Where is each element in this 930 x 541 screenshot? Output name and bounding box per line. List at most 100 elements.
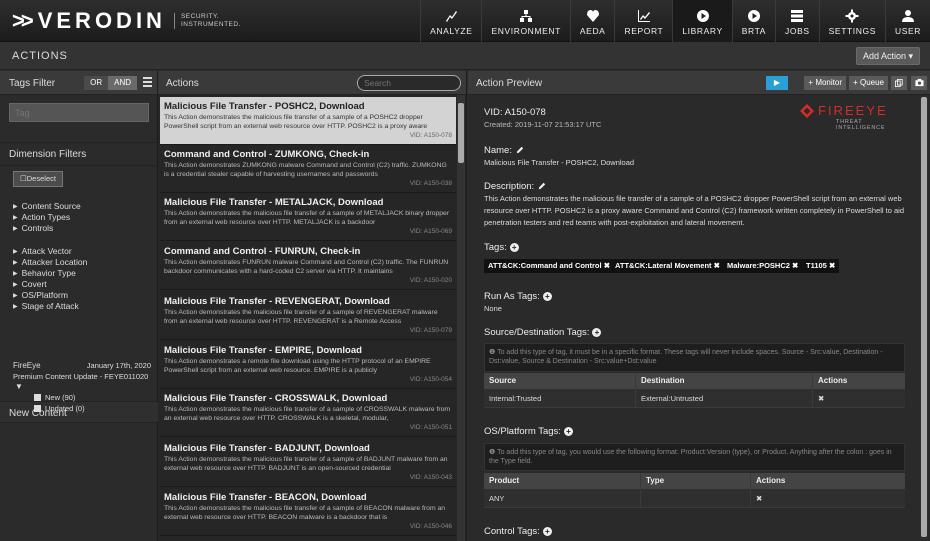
- tag-input[interactable]: [9, 103, 149, 122]
- copy-button[interactable]: [891, 76, 907, 90]
- tag-chip: Malware:POSHC2 ✖: [723, 259, 803, 273]
- column-header: Actions: [818, 376, 848, 385]
- list-icon[interactable]: [143, 77, 152, 87]
- nav-aeda[interactable]: AEDA: [569, 0, 615, 42]
- remove-tag-icon[interactable]: ✖: [604, 261, 610, 270]
- control-tags-label: Control Tags:: [484, 526, 540, 537]
- scrollbar-thumb[interactable]: [921, 97, 927, 537]
- action-list-item[interactable]: Malicious File Transfer - BADJUNT, Downl…: [160, 439, 456, 487]
- actions-scrollbar[interactable]: [457, 95, 465, 541]
- scrollbar-thumb[interactable]: [458, 103, 464, 163]
- column-header: Type: [641, 473, 751, 489]
- run-button[interactable]: ▶: [766, 76, 788, 90]
- action-title: Malicious File Transfer - POSHC2, Downlo…: [164, 101, 365, 112]
- search-input[interactable]: [357, 75, 461, 91]
- preview-vid: VID: A150-078: [484, 107, 546, 118]
- queue-button[interactable]: + Queue: [849, 76, 888, 90]
- verodin-logo[interactable]: >> VERODIN SECURITY. INSTRUMENTED.: [12, 8, 241, 34]
- table-cell: [641, 489, 751, 507]
- edit-pencil-icon[interactable]: [538, 182, 546, 190]
- or-button[interactable]: OR: [84, 76, 109, 90]
- filter-stage-of-attack[interactable]: ▶ Stage of Attack: [13, 301, 79, 314]
- remove-tag-icon[interactable]: ✖: [714, 261, 720, 270]
- action-list-item[interactable]: Command and Control - ZUMKONG, Check-in …: [160, 145, 456, 193]
- top-nav: >> VERODIN SECURITY. INSTRUMENTED. ANALY…: [0, 0, 930, 42]
- action-description: This Action demonstrates the malicious f…: [164, 406, 451, 422]
- action-description: This Action demonstrates the malicious f…: [164, 456, 448, 472]
- action-list-item[interactable]: Malicious File Transfer - CROSSWALK, Dow…: [160, 389, 456, 437]
- monitor-button[interactable]: + Monitor: [804, 76, 846, 90]
- action-preview-header: Action Preview ▶ + Monitor + Queue: [468, 71, 930, 95]
- action-preview-title: Action Preview: [476, 78, 543, 89]
- os-platform-tags-label: OS/Platform Tags:: [484, 426, 561, 437]
- actions-header: Actions: [158, 71, 466, 95]
- filter-controls[interactable]: ▶ Controls: [13, 223, 53, 236]
- checkbox-icon: ☐: [20, 174, 27, 183]
- column-header: Destination: [636, 373, 813, 389]
- add-tag-icon[interactable]: +: [563, 426, 573, 436]
- source-destination-tags-label: Source/Destination Tags:: [484, 327, 590, 338]
- tag-label: ATT&CK:Lateral Movement: [615, 261, 712, 270]
- run-as-tags-value: None: [484, 304, 502, 313]
- filter-label: Behavior Type: [21, 268, 76, 278]
- control-tags-section: Control Tags: +: [484, 526, 552, 537]
- logo-chevron-icon: >>: [12, 8, 34, 33]
- nav-label: SETTINGS: [828, 26, 876, 36]
- updated-checkbox[interactable]: Updated (0): [34, 404, 85, 413]
- and-button[interactable]: AND: [108, 76, 137, 90]
- action-list-item[interactable]: Malicious File Transfer - EMPIRE, Downlo…: [160, 341, 456, 389]
- action-list-item[interactable]: Malicious File Transfer - BEACON, Downlo…: [160, 488, 456, 536]
- expand-arrow-icon: ▶: [13, 226, 18, 232]
- deselect-button[interactable]: ☐Deselect: [13, 171, 63, 187]
- vendor-name: FIREEYE: [818, 103, 888, 118]
- new-content-source: FireEye: [13, 361, 41, 370]
- environment-icon: [520, 10, 533, 22]
- table-cell: External:Untrusted: [636, 389, 813, 407]
- expand-arrow-icon: ▶: [13, 249, 18, 255]
- new-checkbox-label: New (90): [45, 393, 76, 402]
- filter-sidebar: Tags Filter OR AND Dimension Filters ☐De…: [0, 71, 158, 541]
- preview-scrollbar[interactable]: [920, 95, 928, 541]
- source-destination-tags-section: Source/Destination Tags: +: [484, 327, 602, 338]
- nav-analyze[interactable]: ANALYZE: [420, 0, 481, 42]
- table-row: Internal:Trusted External:Untrusted ✖: [484, 389, 905, 408]
- report-icon: [637, 10, 650, 22]
- expand-arrow-icon: ▶: [13, 304, 18, 310]
- nav-label: JOBS: [785, 26, 810, 36]
- tag-chip: T1105 ✖: [802, 259, 840, 273]
- remove-tag-icon[interactable]: ✖: [792, 261, 798, 270]
- actions-bar: ACTIONS Add Action ▾: [0, 42, 930, 70]
- edit-pencil-icon[interactable]: [516, 146, 524, 154]
- action-list-item[interactable]: Malicious File Transfer - METALJACK, Dow…: [160, 193, 456, 241]
- nav-user[interactable]: USER: [884, 0, 930, 42]
- nav-library[interactable]: LIBRARY: [672, 0, 732, 42]
- add-tag-icon[interactable]: +: [509, 242, 519, 252]
- camera-button[interactable]: [911, 76, 927, 90]
- nav-brta[interactable]: BRTA: [731, 0, 775, 42]
- nav-environment[interactable]: ENVIRONMENT: [481, 0, 569, 42]
- new-checkbox[interactable]: New (90): [34, 393, 75, 402]
- tags-filter-title: Tags Filter: [9, 78, 56, 89]
- filter-label: Attack Vector: [21, 246, 72, 256]
- remove-tag-icon[interactable]: ✖: [829, 261, 835, 270]
- delete-row-icon[interactable]: ✖: [751, 489, 905, 507]
- nav-report[interactable]: REPORT: [614, 0, 672, 42]
- add-action-button[interactable]: Add Action ▾: [855, 47, 920, 65]
- add-tag-icon[interactable]: +: [542, 291, 552, 301]
- nav-settings[interactable]: SETTINGS: [818, 0, 885, 42]
- action-list-item[interactable]: Command and Control - FUNRUN, Check-in T…: [160, 242, 456, 290]
- action-vid: VID: A150-079: [409, 327, 452, 334]
- action-description: This Action demonstrates the malicious f…: [164, 505, 446, 521]
- nav-label: LIBRARY: [682, 26, 723, 36]
- delete-row-icon[interactable]: ✖: [813, 389, 905, 407]
- action-list-item[interactable]: Malicious File Transfer - REVENGERAT, Do…: [160, 292, 456, 340]
- add-tag-icon[interactable]: +: [592, 327, 602, 337]
- table-cell: ANY: [484, 489, 641, 507]
- jobs-icon: [791, 10, 804, 22]
- collapse-arrow-icon[interactable]: ▼: [15, 382, 23, 391]
- nav-jobs[interactable]: JOBS: [775, 0, 819, 42]
- add-tag-icon[interactable]: +: [542, 526, 552, 536]
- action-list-item[interactable]: Malicious File Transfer - POSHC2, Downlo…: [160, 97, 456, 145]
- action-vid: VID: A150-078: [409, 132, 452, 139]
- table-header: Source Destination Actions: [484, 373, 905, 389]
